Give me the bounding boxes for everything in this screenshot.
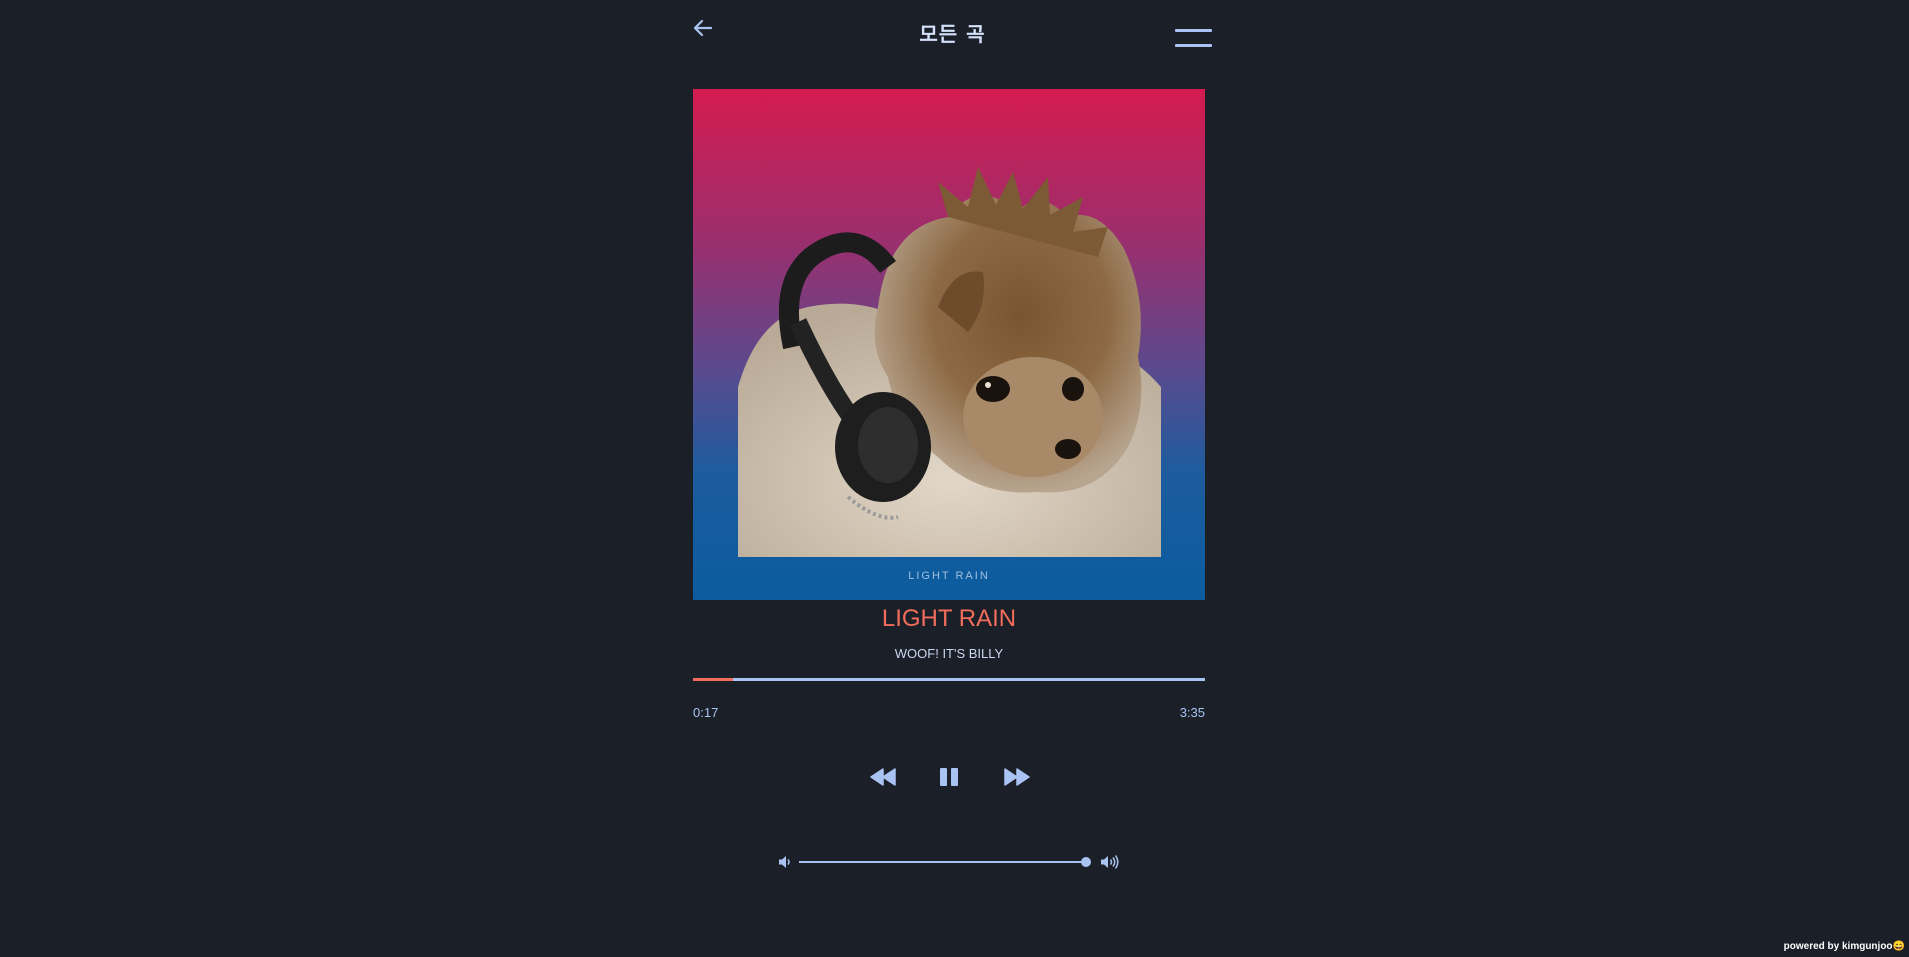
rewind-icon <box>870 768 896 786</box>
cover-caption: LIGHT RAIN <box>908 570 990 582</box>
hamburger-menu-icon <box>1175 29 1212 32</box>
volume-slider[interactable] <box>799 857 1091 867</box>
pause-button[interactable] <box>938 766 960 796</box>
forward-button[interactable] <box>1004 766 1030 796</box>
volume-track <box>799 861 1086 863</box>
page-title: 모든 곡 <box>919 22 986 46</box>
progress-fill <box>693 678 734 681</box>
pause-icon <box>940 768 958 786</box>
max-volume-button[interactable] <box>1100 854 1120 874</box>
volume-control <box>775 852 1125 872</box>
volume-high-icon <box>1101 855 1119 869</box>
volume-low-icon <box>779 856 790 868</box>
fast-forward-icon <box>1004 768 1030 786</box>
song-artist: WOOF! IT'S BILLY <box>894 646 1004 661</box>
progress-track <box>693 678 1205 681</box>
volume-thumb[interactable] <box>1081 857 1091 867</box>
album-cover: LIGHT RAIN <box>693 89 1205 600</box>
mute-button[interactable] <box>777 854 793 874</box>
album-cover-image <box>738 167 1161 557</box>
rewind-button[interactable] <box>870 766 896 796</box>
playback-controls <box>860 766 1040 796</box>
header: 모든 곡 <box>693 12 1212 52</box>
music-player: 모든 곡 LIGHT RAIN LIGHT RAIN WOOF! IT'S BI… <box>0 0 1909 957</box>
total-time: 3:35 <box>1179 705 1205 720</box>
song-title: LIGHT RAIN <box>881 605 1017 632</box>
progress-bar[interactable] <box>693 677 1205 681</box>
menu-button[interactable] <box>1175 20 1212 47</box>
footer-credit: powered by kimgunjoo😄 <box>1783 941 1905 952</box>
current-time: 0:17 <box>693 705 719 720</box>
